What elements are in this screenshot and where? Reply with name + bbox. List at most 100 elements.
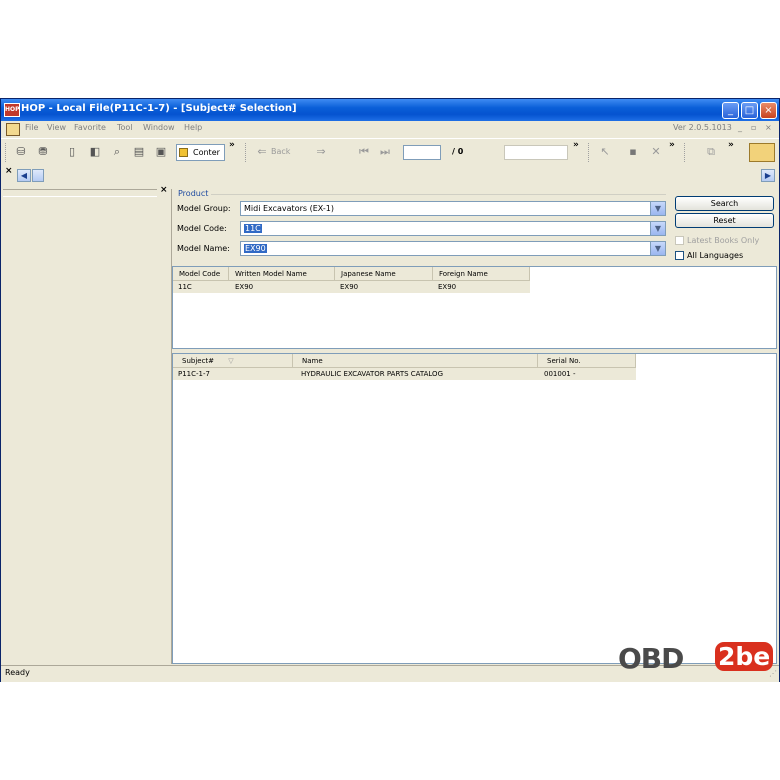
- sort-filter-icon[interactable]: ▽: [228, 357, 233, 365]
- subject-cell: HYDRAULIC EXCAVATOR PARTS CATALOG: [301, 370, 443, 378]
- model-cell: 11C: [178, 283, 192, 291]
- model-col-header[interactable]: Foreign Name: [433, 267, 530, 281]
- left-panel-close-icon[interactable]: ×: [160, 185, 168, 195]
- subject-col-header[interactable]: Subject# ▽: [173, 354, 293, 368]
- model-col-header[interactable]: Japanese Name: [335, 267, 433, 281]
- all-languages-checkbox[interactable]: [675, 251, 684, 260]
- close-button[interactable]: ×: [760, 102, 777, 119]
- model-col-header[interactable]: Written Model Name: [229, 267, 335, 281]
- book-icon: [6, 123, 20, 136]
- scroll-left-icon[interactable]: ◀: [17, 169, 31, 182]
- forward-arrow-icon[interactable]: ⇒: [313, 144, 329, 160]
- toolbar-chevron-1[interactable]: »: [229, 140, 235, 150]
- model-table: Model Code Written Model Name Japanese N…: [172, 266, 777, 349]
- toolbar-chevron-3[interactable]: »: [669, 140, 675, 150]
- resize-grip-icon[interactable]: ⋰: [769, 669, 777, 678]
- chevron-down-icon[interactable]: ▼: [650, 202, 665, 215]
- toolbar-grip-2[interactable]: [245, 143, 249, 162]
- subject-cell: P11C-1-7: [178, 370, 210, 378]
- title-bar[interactable]: HOP HOP - Local File(P11C-1-7) - [Subjec…: [1, 99, 779, 121]
- open-book-icon[interactable]: ▯: [64, 144, 80, 160]
- menu-window[interactable]: Window: [143, 123, 175, 132]
- toolbar-grip[interactable]: [5, 143, 9, 162]
- table-row[interactable]: P11C-1-7 HYDRAULIC EXCAVATOR PARTS CATAL…: [173, 368, 636, 380]
- toolbar-grip-3[interactable]: [588, 143, 592, 162]
- model-code-combo[interactable]: 11C ▼: [240, 221, 666, 236]
- version-label: Ver 2.0.5.1013: [673, 123, 732, 132]
- model-cell: EX90: [235, 283, 254, 291]
- model-name-label: Model Name:: [177, 244, 230, 253]
- menu-view[interactable]: View: [47, 123, 66, 132]
- left-panel-header: [3, 189, 157, 197]
- last-page-icon[interactable]: ⏭: [377, 144, 393, 160]
- model-name-value: EX90: [244, 244, 267, 253]
- mdi-minimize-icon[interactable]: _: [738, 123, 742, 132]
- maximize-button[interactable]: □: [741, 102, 758, 119]
- toolbar-chevron-2[interactable]: »: [573, 140, 579, 150]
- page-input[interactable]: [403, 145, 441, 160]
- minimize-button[interactable]: _: [722, 102, 739, 119]
- app-window: HOP HOP - Local File(P11C-1-7) - [Subjec…: [0, 98, 780, 682]
- zoom-combo[interactable]: [504, 145, 568, 160]
- chevron-down-icon[interactable]: ▼: [650, 222, 665, 235]
- reset-button[interactable]: Reset: [675, 213, 774, 228]
- menu-file[interactable]: File: [25, 123, 38, 132]
- nav-bar: × ◀ ▶: [1, 166, 779, 186]
- contents-label: Conter: [193, 148, 220, 157]
- mdi-close-icon[interactable]: ×: [765, 123, 772, 132]
- delete-icon[interactable]: ✕: [648, 144, 664, 160]
- page-total: / 0: [452, 147, 464, 156]
- pointer-icon[interactable]: ↖: [597, 144, 613, 160]
- print-icon[interactable]: ▣: [153, 144, 169, 160]
- notes-icon[interactable]: ▤: [131, 144, 147, 160]
- library-books-icon[interactable]: [749, 143, 775, 162]
- model-cell: EX90: [340, 283, 359, 291]
- database-stack-icon[interactable]: ⛃: [35, 144, 51, 160]
- menu-favorite[interactable]: Favorite: [74, 123, 106, 132]
- toolbar: ⛁ ⛃ ▯ ◧ ⌕ ▤ ▣ Conter » ⇐ Back ⇒ ⏮ ⏭ / 0 …: [1, 138, 779, 167]
- menu-help[interactable]: Help: [184, 123, 202, 132]
- left-panel: ×: [3, 185, 172, 664]
- app-icon: HOP: [4, 103, 20, 117]
- database-icon[interactable]: ⛁: [13, 144, 29, 160]
- watermark-text-right: 2be: [715, 642, 774, 671]
- watermark-logo: OBD 2be: [618, 640, 774, 676]
- latest-books-checkbox[interactable]: [675, 236, 684, 245]
- subject-col-header[interactable]: Serial No.: [538, 354, 636, 368]
- model-code-label: Model Code:: [177, 224, 227, 233]
- all-languages-label: All Languages: [687, 251, 744, 260]
- window-title: HOP - Local File(P11C-1-7) - [Subject# S…: [21, 103, 297, 114]
- subject-cell: 001001 -: [544, 370, 576, 378]
- model-group-combo[interactable]: Midi Excavators (EX-1) ▼: [240, 201, 666, 216]
- menu-bar: File View Favorite Tool Window Help Ver …: [1, 121, 779, 137]
- scroll-right-icon[interactable]: ▶: [761, 169, 775, 182]
- toolbar-grip-4[interactable]: [684, 143, 688, 162]
- subject-table: Subject# ▽ Name Serial No. P11C-1-7 HYDR…: [172, 353, 777, 664]
- latest-books-label: Latest Books Only: [687, 236, 760, 245]
- table-row[interactable]: 11C EX90 EX90 EX90: [173, 281, 530, 293]
- contents-button[interactable]: Conter: [176, 144, 225, 161]
- menu-tool[interactable]: Tool: [117, 123, 133, 132]
- scroll-thumb[interactable]: [32, 169, 44, 182]
- model-name-combo[interactable]: EX90 ▼: [240, 241, 666, 256]
- subject-col-label: Subject#: [182, 357, 215, 365]
- copy-icon[interactable]: ⧉: [703, 144, 719, 160]
- model-group-value: Midi Excavators (EX-1): [244, 204, 334, 213]
- save-icon[interactable]: ▪: [625, 144, 641, 160]
- find-icon[interactable]: ⌕: [109, 144, 125, 160]
- watermark-text-left: OBD: [618, 642, 684, 675]
- model-col-header[interactable]: Model Code: [173, 267, 229, 281]
- bookmark-icon[interactable]: ◧: [87, 144, 103, 160]
- pane-close-icon[interactable]: ×: [5, 166, 13, 176]
- chevron-down-icon[interactable]: ▼: [650, 242, 665, 255]
- search-button[interactable]: Search: [675, 196, 774, 211]
- back-arrow-icon[interactable]: ⇐: [254, 144, 270, 160]
- subject-col-header[interactable]: Name: [293, 354, 538, 368]
- back-label[interactable]: Back: [271, 147, 290, 156]
- first-page-icon[interactable]: ⏮: [356, 144, 372, 160]
- product-group-line: [211, 194, 666, 195]
- model-code-value: 11C: [244, 224, 262, 233]
- mdi-restore-icon[interactable]: ▫: [751, 123, 756, 132]
- toolbar-chevron-4[interactable]: »: [728, 140, 734, 150]
- right-panel: Product Model Group: Midi Excavators (EX…: [172, 187, 777, 664]
